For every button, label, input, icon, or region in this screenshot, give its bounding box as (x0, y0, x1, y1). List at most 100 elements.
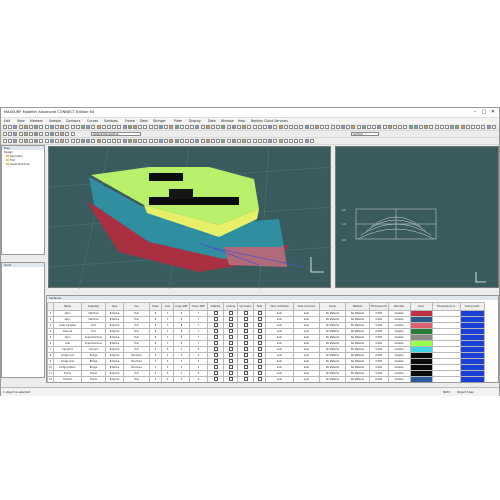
toolbar-button[interactable] (153, 139, 158, 143)
menu-item-markers[interactable]: Markers (30, 119, 43, 123)
toolbar-button[interactable] (237, 125, 241, 129)
toolbar-button[interactable] (294, 139, 299, 143)
toolbar-button[interactable] (179, 139, 184, 143)
toolbar-button[interactable] (289, 125, 293, 129)
toolbar-button[interactable] (429, 125, 434, 129)
column-header[interactable]: Group (319, 302, 346, 311)
checkbox-cell[interactable] (224, 383, 238, 384)
checkbox[interactable] (257, 371, 262, 375)
toolbar-button[interactable] (91, 125, 96, 129)
surface-combo[interactable]: Surface (351, 132, 379, 136)
table-cell[interactable]: auto (266, 383, 294, 384)
menu-item-contours[interactable]: Contours (66, 119, 80, 123)
toolbar-button[interactable] (29, 132, 33, 136)
toolbar-button[interactable] (387, 125, 392, 129)
checkbox[interactable] (257, 347, 262, 351)
toolbar-button[interactable] (75, 139, 80, 143)
checkbox[interactable] (228, 317, 233, 321)
toolbar-button[interactable] (185, 125, 189, 129)
toolbar-button[interactable] (273, 125, 278, 129)
menu-item-data[interactable]: Data (208, 119, 216, 123)
surfaces-tab[interactable]: Surfaces (47, 296, 498, 300)
checkbox[interactable] (228, 353, 233, 357)
toolbar-button[interactable] (200, 139, 205, 143)
toolbar-button[interactable] (439, 125, 444, 129)
toolbar-button[interactable] (65, 139, 70, 143)
toolbar-button[interactable] (39, 132, 44, 136)
toolbar-button[interactable] (34, 139, 39, 143)
toolbar-button[interactable] (299, 125, 304, 129)
checkbox[interactable] (213, 377, 218, 381)
checkbox[interactable] (257, 365, 262, 369)
checkbox[interactable] (228, 347, 233, 351)
toolbar-button[interactable] (70, 139, 75, 143)
toolbar-button[interactable] (351, 125, 356, 129)
checkbox[interactable] (257, 377, 262, 381)
column-header[interactable]: Type (105, 302, 124, 311)
toolbar-button[interactable] (419, 125, 423, 129)
body-plan-viewport[interactable]: 0.0 1.0 2.0 (335, 146, 499, 288)
menu-item-bentley-cloud-services[interactable]: Bentley Cloud Services (251, 119, 288, 123)
checkbox[interactable] (243, 347, 248, 351)
toolbar-button[interactable] (18, 132, 23, 136)
toolbar-button[interactable] (65, 132, 70, 136)
column-header[interactable]: Symmetry (237, 302, 254, 311)
toolbar-button[interactable] (325, 125, 330, 129)
checkbox[interactable] (257, 335, 262, 339)
checkbox[interactable] (228, 359, 233, 363)
toolbar-button[interactable] (169, 139, 174, 143)
checkbox[interactable] (243, 341, 248, 345)
toolbar-button[interactable] (403, 125, 408, 129)
maximize-button[interactable]: □ (480, 109, 488, 115)
toolbar-button[interactable] (65, 125, 70, 129)
toolbar-button[interactable] (471, 125, 475, 129)
toolbar-button[interactable] (408, 125, 413, 129)
toolbar-button[interactable] (174, 139, 179, 143)
toolbar-button[interactable] (8, 125, 13, 129)
close-button[interactable]: ✕ (489, 109, 497, 115)
toolbar-button[interactable] (413, 125, 418, 129)
toolbar-button[interactable] (44, 132, 49, 136)
toolbar-button[interactable] (49, 139, 54, 143)
column-header[interactable]: Para. Grid Rows (265, 302, 294, 311)
column-header[interactable]: Visibility (207, 302, 224, 311)
table-cell[interactable]: 13 (48, 383, 54, 384)
toolbar-button[interactable] (107, 125, 111, 129)
toolbar-button[interactable] (70, 132, 75, 136)
toolbar-button[interactable] (86, 139, 91, 143)
toolbar-button[interactable] (424, 125, 429, 129)
toolbar-button[interactable] (164, 139, 169, 143)
checkbox[interactable] (213, 329, 218, 333)
column-header[interactable]: Long. Stiff. (173, 302, 190, 311)
tree-item-hull[interactable]: Hull (6, 159, 15, 162)
menu-item-window[interactable]: Window (221, 119, 234, 123)
toolbar-button[interactable] (169, 125, 174, 129)
table-cell[interactable]: transom (54, 383, 82, 384)
tree-item-geometry[interactable]: Geometry (6, 155, 23, 158)
checkbox[interactable] (243, 335, 248, 339)
checkbox[interactable] (243, 323, 248, 327)
toolbar-button[interactable] (252, 139, 257, 143)
toolbar-button[interactable] (445, 125, 449, 129)
toolbar-button[interactable] (346, 125, 351, 129)
toolbar-button[interactable] (143, 125, 148, 129)
toolbar-button[interactable] (367, 125, 371, 129)
toolbar-button[interactable] (216, 139, 221, 143)
toolbar-button[interactable] (138, 139, 143, 143)
toolbar-button[interactable] (216, 125, 221, 129)
toolbar-button[interactable] (195, 139, 200, 143)
toolbar-button[interactable] (335, 125, 340, 129)
toolbar-button[interactable] (3, 125, 7, 129)
toolbar-button[interactable] (49, 132, 54, 136)
perspective-viewport[interactable] (48, 146, 333, 290)
table-cell[interactable]: auto (294, 383, 320, 384)
toolbar-button[interactable] (315, 125, 319, 129)
menu-item-sample[interactable]: Sample (49, 119, 61, 123)
toolbar-button[interactable] (112, 125, 117, 129)
checkbox[interactable] (228, 329, 233, 333)
toolbar-button[interactable] (3, 139, 7, 143)
toolbar-button[interactable] (34, 125, 39, 129)
toolbar-button[interactable] (55, 125, 59, 129)
toolbar-button[interactable] (39, 139, 44, 143)
column-header[interactable]: Transparency % (431, 302, 461, 311)
